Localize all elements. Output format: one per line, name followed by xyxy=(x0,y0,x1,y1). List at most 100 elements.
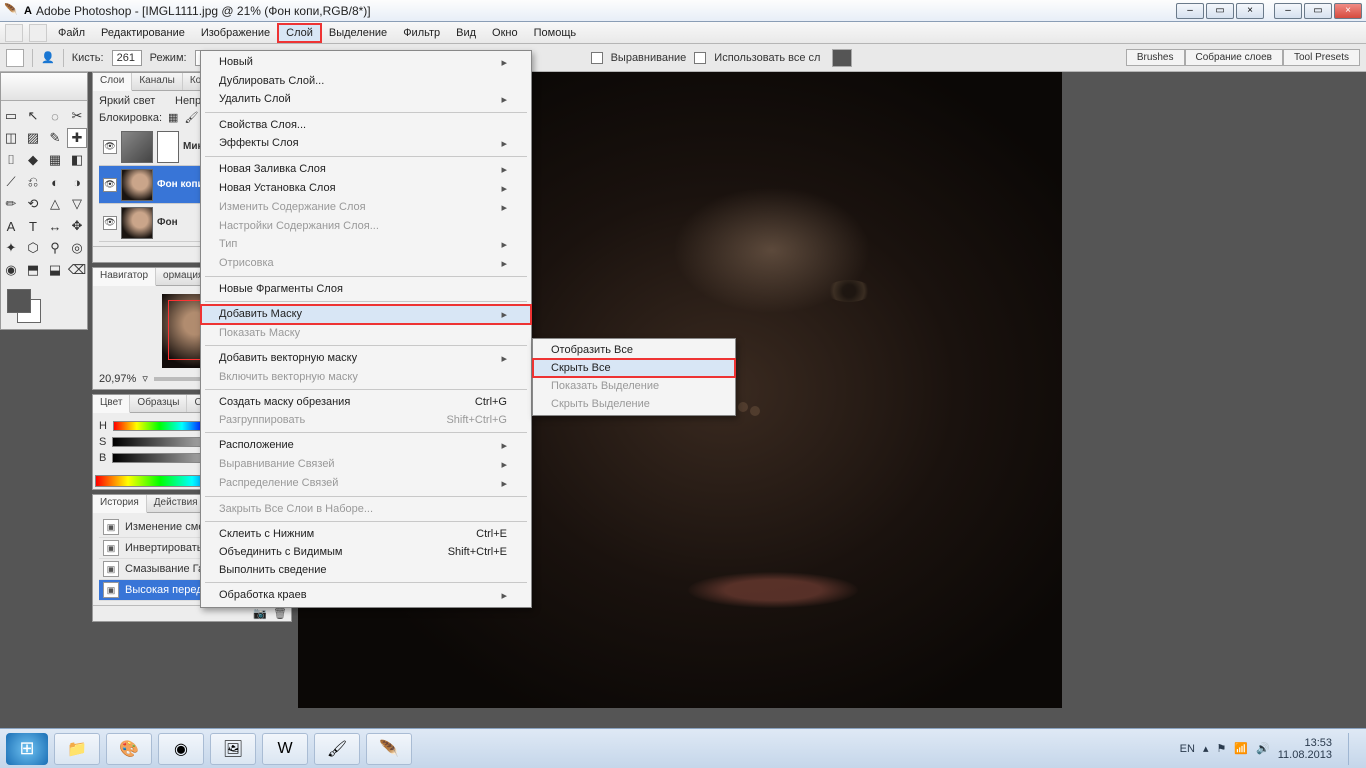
tool-18[interactable]: △ xyxy=(45,194,65,214)
tab-channels[interactable]: Каналы xyxy=(132,73,183,90)
tool-0[interactable]: ▭ xyxy=(1,106,21,126)
submenu-item[interactable]: Скрыть Все xyxy=(533,359,735,377)
menu-item[interactable]: Расположение▸ xyxy=(201,436,531,455)
taskbar-app1[interactable]: 🎨 xyxy=(106,733,152,765)
align-checkbox[interactable] xyxy=(591,52,603,64)
palette-well-icon[interactable] xyxy=(832,49,852,67)
tool-20[interactable]: A xyxy=(1,216,21,236)
tool-1[interactable]: ↖ xyxy=(23,106,43,126)
tray-flag-icon[interactable]: ⚑ xyxy=(1216,742,1226,755)
tool-2[interactable]: ◌ xyxy=(45,106,65,126)
menu-item[interactable]: Обработка краев▸ xyxy=(201,586,531,605)
tool-10[interactable]: ▦ xyxy=(45,150,65,170)
tool-14[interactable]: ◐ xyxy=(45,172,65,192)
navigator-zoom-field[interactable]: 20,97% xyxy=(99,373,136,385)
tool-15[interactable]: ◑ xyxy=(67,172,87,192)
menu-файл[interactable]: Файл xyxy=(50,24,93,42)
menu-item[interactable]: Свойства Слоя... xyxy=(201,116,531,134)
tool-19[interactable]: ▽ xyxy=(67,194,87,214)
menu-item[interactable]: Добавить Маску▸ xyxy=(201,305,531,324)
menu-item[interactable]: Добавить векторную маску▸ xyxy=(201,349,531,368)
tool-13[interactable]: ⎌ xyxy=(23,172,43,192)
tool-16[interactable]: ✏ xyxy=(1,194,21,214)
menu-item[interactable]: Новый▸ xyxy=(201,53,531,72)
tool-17[interactable]: ⟲ xyxy=(23,194,43,214)
color-swatch[interactable] xyxy=(1,283,87,329)
lock-transparent-button[interactable]: ▦ xyxy=(168,111,178,124)
menu-item[interactable]: Дублировать Слой... xyxy=(201,72,531,90)
brush-icon[interactable]: 👤 xyxy=(41,51,55,64)
layer-thumbnail[interactable] xyxy=(121,207,153,239)
tool-31[interactable]: ⌫ xyxy=(67,260,87,280)
visibility-icon[interactable]: 👁 xyxy=(103,178,117,192)
tool-25[interactable]: ⬡ xyxy=(23,238,43,258)
menu-вид[interactable]: Вид xyxy=(448,24,484,42)
menu-выделение[interactable]: Выделение xyxy=(321,24,395,42)
taskbar-photoshop[interactable]: 🖼 xyxy=(210,733,256,765)
taskbar-app2[interactable]: 🪶 xyxy=(366,733,412,765)
menu-фильтр[interactable]: Фильтр xyxy=(395,24,448,42)
new-snapshot-icon[interactable]: 📷 xyxy=(253,607,267,620)
tool-preset-button[interactable] xyxy=(6,49,24,67)
maximize-button[interactable]: ▭ xyxy=(1304,3,1332,19)
tab-navigator[interactable]: Навигатор xyxy=(93,268,156,286)
menu-слой[interactable]: Слой xyxy=(278,24,321,42)
well-tab-tool-presets[interactable]: Tool Presets xyxy=(1283,49,1360,66)
delete-state-icon[interactable]: 🗑 xyxy=(273,607,287,620)
submenu-item[interactable]: Отобразить Все xyxy=(533,341,735,359)
blend-mode-select[interactable]: Яркий свет xyxy=(99,95,169,107)
tab-history[interactable]: История xyxy=(93,495,147,513)
tool-28[interactable]: ◉ xyxy=(1,260,21,280)
menu-изображение[interactable]: Изображение xyxy=(193,24,278,42)
menu-помощь[interactable]: Помощь xyxy=(526,24,585,42)
tab-layers[interactable]: Слои xyxy=(93,73,132,91)
menu-item[interactable]: Объединить с ВидимымShift+Ctrl+E xyxy=(201,543,531,561)
brush-size-field[interactable]: 261 xyxy=(112,50,142,66)
tool-21[interactable]: T xyxy=(23,216,43,236)
menu-item[interactable]: Новая Заливка Слоя▸ xyxy=(201,160,531,179)
taskbar-explorer[interactable]: 📁 xyxy=(54,733,100,765)
menu-item[interactable]: Новая Установка Слоя▸ xyxy=(201,179,531,198)
tool-4[interactable]: ◫ xyxy=(1,128,21,148)
tool-8[interactable]: ⌷ xyxy=(1,150,21,170)
tool-30[interactable]: ⬓ xyxy=(45,260,65,280)
tab-swatches[interactable]: Образцы xyxy=(130,395,187,412)
tool-29[interactable]: ⬒ xyxy=(23,260,43,280)
show-desktop-button[interactable] xyxy=(1348,733,1360,765)
tool-23[interactable]: ✥ xyxy=(67,216,87,236)
tray-volume-icon[interactable]: 🔊 xyxy=(1256,742,1270,755)
menu-редактирование[interactable]: Редактирование xyxy=(93,24,193,42)
tool-5[interactable]: ▨ xyxy=(23,128,43,148)
layer-thumbnail[interactable] xyxy=(121,169,153,201)
tab-actions[interactable]: Действия xyxy=(147,495,206,512)
tool-6[interactable]: ✎ xyxy=(45,128,65,148)
menu-item[interactable]: Эффекты Слоя▸ xyxy=(201,134,531,153)
zoom-out-icon[interactable]: ▿ xyxy=(142,372,148,385)
taskbar-word[interactable]: W xyxy=(262,733,308,765)
layer-mask-thumbnail[interactable] xyxy=(157,131,179,163)
menu-item[interactable]: Выполнить сведение xyxy=(201,561,531,579)
tab-color[interactable]: Цвет xyxy=(93,395,130,413)
tool-7[interactable]: ✚ xyxy=(67,128,87,148)
inner-restore-button[interactable]: ▭ xyxy=(1206,3,1234,19)
tool-11[interactable]: ◧ xyxy=(67,150,87,170)
inner-minimize-button[interactable]: – xyxy=(1176,3,1204,19)
close-button[interactable]: × xyxy=(1334,3,1362,19)
taskbar-chrome[interactable]: ◉ xyxy=(158,733,204,765)
use-all-checkbox[interactable] xyxy=(694,52,706,64)
tool-3[interactable]: ✂ xyxy=(67,106,87,126)
foreground-color[interactable] xyxy=(7,289,31,313)
well-tab-layer-comps[interactable]: Собрание слоев xyxy=(1185,49,1283,66)
tray-clock[interactable]: 13:53 11.08.2013 xyxy=(1278,737,1332,761)
tool-9[interactable]: ◆ xyxy=(23,150,43,170)
tray-network-icon[interactable]: 📶 xyxy=(1234,742,1248,755)
inner-close-button[interactable]: × xyxy=(1236,3,1264,19)
menu-item[interactable]: Создать маску обрезанияCtrl+G xyxy=(201,393,531,411)
jump-icon[interactable] xyxy=(29,24,47,42)
tool-27[interactable]: ◎ xyxy=(67,238,87,258)
start-button[interactable]: ⊞ xyxy=(6,733,48,765)
minimize-button[interactable]: – xyxy=(1274,3,1302,19)
tool-12[interactable]: ⟋ xyxy=(1,172,21,192)
menu-item[interactable]: Удалить Слой▸ xyxy=(201,90,531,109)
menu-item[interactable]: Новые Фрагменты Слоя xyxy=(201,280,531,298)
